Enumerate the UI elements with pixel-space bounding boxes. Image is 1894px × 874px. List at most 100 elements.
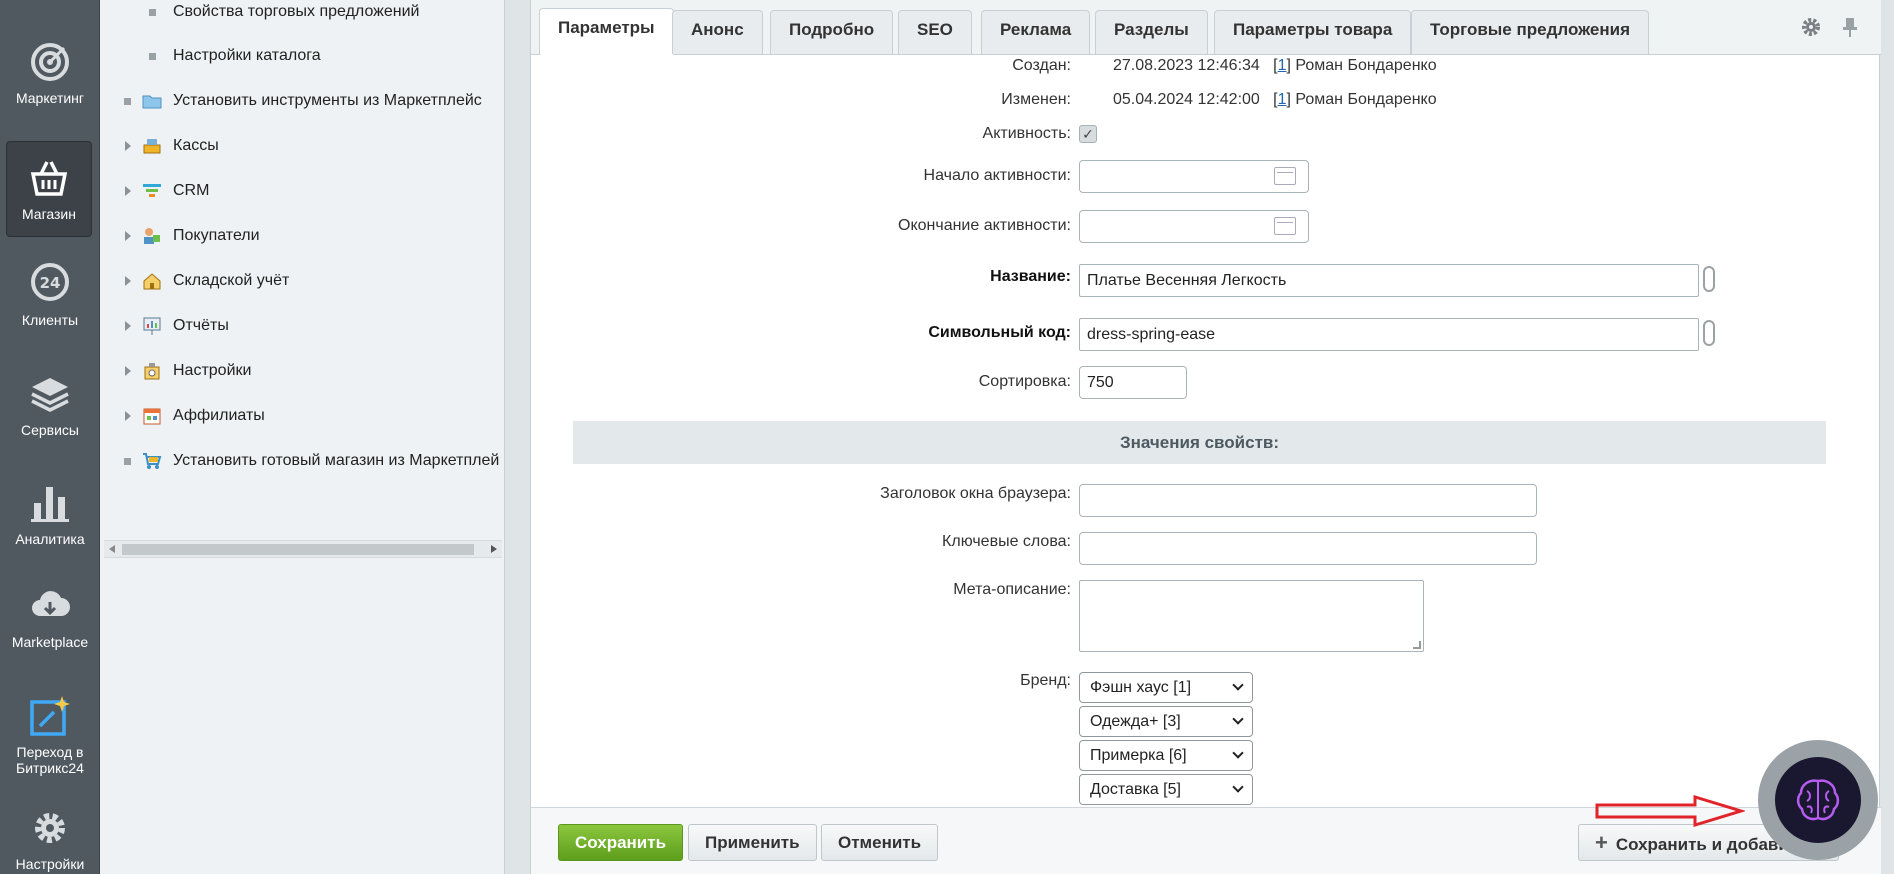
nav-label: Переход в Битрикс24 <box>16 744 84 776</box>
save-button[interactable]: Сохранить <box>558 824 684 861</box>
bullet-icon <box>124 458 131 465</box>
nav-item-marketplace[interactable]: Marketplace <box>0 584 100 650</box>
nav-item-marketing[interactable]: Маркетинг <box>0 40 100 106</box>
browser-title-input[interactable] <box>1079 484 1537 517</box>
nav-item-clients[interactable]: 24 Клиенты <box>0 262 100 328</box>
bullet-icon <box>149 9 156 16</box>
warehouse-icon <box>143 273 161 290</box>
tree-item-install-shop[interactable]: Установить готовый магазин из Маркетплей <box>100 449 505 473</box>
sort-label: Сортировка: <box>978 373 1071 390</box>
tab-seo[interactable]: SEO <box>898 10 972 54</box>
left-navigation: Маркетинг Магазин 24 Клиенты Сервисы Ана… <box>0 0 100 874</box>
nav-label: Магазин <box>21 206 76 222</box>
scroll-right-icon[interactable] <box>491 545 497 553</box>
brand-label: Бренд: <box>1020 672 1071 689</box>
pin-icon[interactable] <box>1841 16 1859 38</box>
tab-sections[interactable]: Разделы <box>1095 10 1208 54</box>
folder-icon <box>142 95 162 109</box>
tree-item-catalog-settings[interactable]: Настройки каталога <box>100 44 505 68</box>
tab-product-parameters[interactable]: Параметры товара <box>1214 10 1412 54</box>
cart-icon <box>143 453 162 469</box>
tab-ads[interactable]: Реклама <box>981 10 1091 54</box>
assistant-widget-button[interactable] <box>1758 740 1878 860</box>
tab-trade-offers[interactable]: Торговые предложения <box>1411 10 1650 54</box>
resize-grip-icon[interactable] <box>1413 641 1421 649</box>
sort-input[interactable]: 750 <box>1079 366 1187 399</box>
apply-button[interactable]: Применить <box>688 824 817 861</box>
tree-item-reports[interactable]: Отчёты <box>100 314 505 338</box>
scroll-left-icon[interactable] <box>109 545 115 553</box>
nav-item-settings[interactable]: Настройки <box>0 806 100 872</box>
gear-icon[interactable] <box>1800 16 1822 38</box>
chevron-down-icon <box>1232 747 1244 759</box>
expand-arrow-icon[interactable] <box>125 366 131 376</box>
modified-label: Изменен: <box>1001 91 1071 108</box>
brand-select-1[interactable]: Фэшн хаус [1] <box>1079 672 1253 703</box>
tree-item-cash-registers[interactable]: Кассы <box>100 134 505 158</box>
modified-info: 05.04.2024 12:42:00 [1] Роман Бондаренко <box>1113 91 1437 108</box>
nav-item-shop[interactable]: Магазин <box>6 141 92 237</box>
expand-arrow-icon[interactable] <box>125 141 131 151</box>
expand-arrow-icon[interactable] <box>125 231 131 241</box>
nav-item-analytics[interactable]: Аналитика <box>0 481 100 547</box>
code-label: Символьный код: <box>928 324 1071 341</box>
cancel-button[interactable]: Отменить <box>821 824 939 861</box>
bar-chart-icon <box>31 487 69 522</box>
active-to-label: Окончание активности: <box>898 217 1071 234</box>
tree-item-warehouse[interactable]: Складской учёт <box>100 269 505 293</box>
tree-item-offer-properties[interactable]: Свойства торговых предложений <box>100 0 505 24</box>
tab-announce[interactable]: Анонс <box>672 10 763 54</box>
meta-description-label: Мета-описание: <box>953 581 1071 598</box>
tree-item-install-tools[interactable]: Установить инструменты из Маркетплейс <box>100 89 505 113</box>
bullet-icon <box>124 98 131 105</box>
calendar-icon[interactable] <box>1274 167 1296 185</box>
meta-description-textarea[interactable] <box>1079 580 1424 652</box>
nav-label: Аналитика <box>15 531 85 547</box>
modified-user-id-link[interactable]: 1 <box>1278 91 1287 108</box>
bitrix24-icon <box>30 696 70 736</box>
element-edit-form: Параметры Анонс Подробно SEO Реклама Раз… <box>530 0 1881 874</box>
nav-label: Marketplace <box>11 634 89 650</box>
keywords-input[interactable] <box>1079 532 1537 565</box>
basket-icon <box>30 161 68 196</box>
plus-icon: + <box>1595 830 1608 855</box>
tab-details[interactable]: Подробно <box>770 10 894 54</box>
chevron-down-icon <box>1232 713 1244 725</box>
tree-item-crm[interactable]: CRM <box>100 179 505 203</box>
expand-arrow-icon[interactable] <box>125 411 131 421</box>
nav-item-services[interactable]: Сервисы <box>0 372 100 438</box>
form-tabs: Параметры Анонс Подробно SEO Реклама Раз… <box>531 0 1881 55</box>
nav-item-bitrix24[interactable]: Переход в Битрикс24 <box>0 694 100 776</box>
active-from-input[interactable] <box>1079 160 1309 193</box>
calendar-icon[interactable] <box>1274 217 1296 235</box>
browser-title-label: Заголовок окна браузера: <box>880 485 1071 502</box>
bullet-icon <box>149 53 156 60</box>
tree-item-settings[interactable]: Настройки <box>100 359 505 383</box>
expand-arrow-icon[interactable] <box>125 276 131 286</box>
tree-item-customers[interactable]: Покупатели <box>100 224 505 248</box>
chain-link-icon[interactable] <box>1703 266 1715 292</box>
layers-icon <box>31 378 69 412</box>
code-input[interactable]: dress-spring-ease <box>1079 318 1699 351</box>
brand-select-4[interactable]: Доставка [5] <box>1079 774 1253 805</box>
active-to-input[interactable] <box>1079 210 1309 243</box>
created-user-id-link[interactable]: 1 <box>1278 57 1287 74</box>
tree-horizontal-scrollbar[interactable] <box>104 540 502 558</box>
chevron-down-icon <box>1232 781 1244 793</box>
brand-select-2[interactable]: Одежда+ [3] <box>1079 706 1253 737</box>
name-input[interactable]: Платье Весенняя Легкость <box>1079 264 1699 297</box>
brain-icon <box>1796 779 1840 821</box>
admin-menu-tree: Свойства торговых предложений Настройки … <box>100 0 505 874</box>
active-from-label: Начало активности: <box>923 167 1071 184</box>
scroll-thumb[interactable] <box>122 544 474 555</box>
brand-select-3[interactable]: Примерка [6] <box>1079 740 1253 771</box>
expand-arrow-icon[interactable] <box>125 186 131 196</box>
created-label: Создан: <box>1012 57 1071 74</box>
settings-icon <box>144 363 160 380</box>
tree-item-affiliates[interactable]: Аффилиаты <box>100 404 505 428</box>
svg-text:24: 24 <box>40 274 61 292</box>
tab-parameters[interactable]: Параметры <box>539 8 674 55</box>
chain-link-icon[interactable] <box>1703 320 1715 346</box>
expand-arrow-icon[interactable] <box>125 321 131 331</box>
active-checkbox[interactable]: ✓ <box>1079 125 1097 143</box>
